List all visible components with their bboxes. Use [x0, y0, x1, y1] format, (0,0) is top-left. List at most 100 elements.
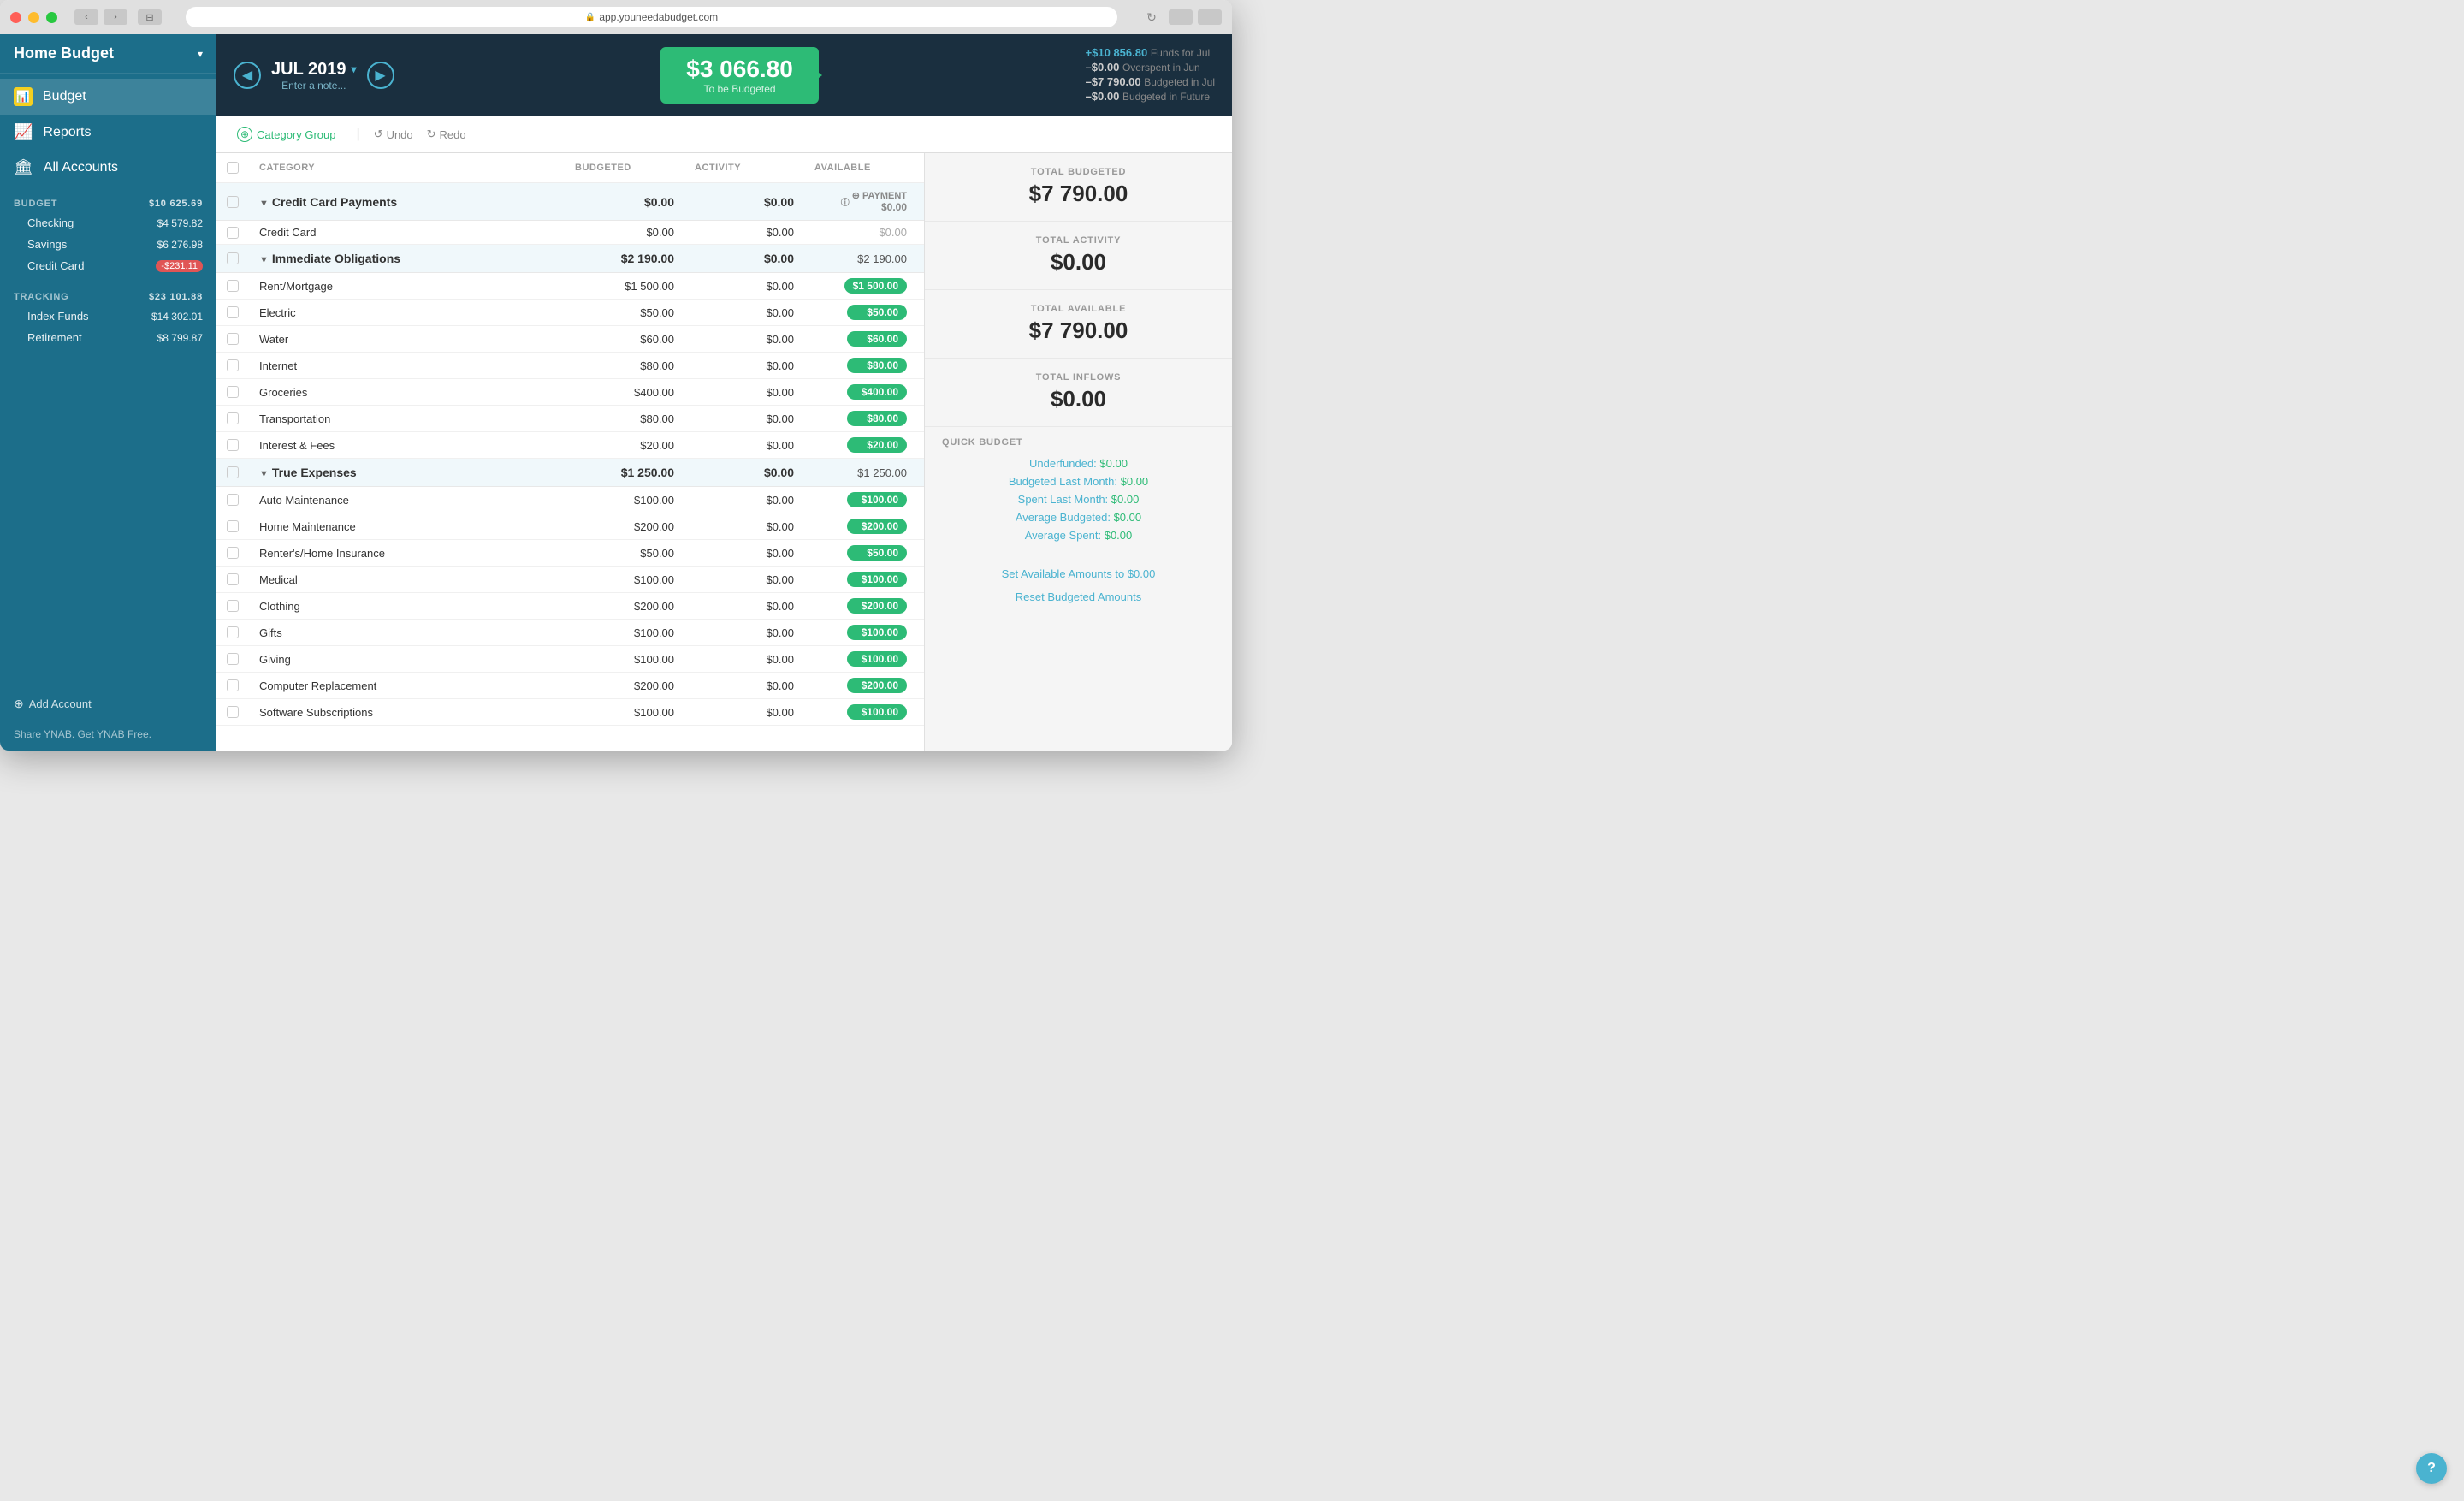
table-row[interactable]: Water $60.00 $0.00 $60.00 — [216, 326, 924, 353]
table-row[interactable]: Groceries $400.00 $0.00 $400.00 — [216, 379, 924, 406]
row-budgeted[interactable]: $100.00 — [565, 646, 684, 673]
table-row[interactable]: Renter's/Home Insurance $50.00 $0.00 $50… — [216, 540, 924, 567]
table-row[interactable]: Rent/Mortgage $1 500.00 $0.00 $1 500.00 — [216, 273, 924, 300]
set-available-link[interactable]: Set Available Amounts to $0.00 — [925, 562, 1232, 585]
row-budgeted[interactable]: $1 500.00 — [565, 273, 684, 300]
category-name[interactable]: Internet — [249, 353, 565, 379]
row-budgeted[interactable]: $50.00 — [565, 540, 684, 567]
add-category-group-button[interactable]: ⊕ Category Group — [230, 123, 343, 145]
category-name[interactable]: Interest & Fees — [249, 432, 565, 459]
group-checkbox[interactable] — [227, 196, 239, 208]
account-item-checking[interactable]: Checking $4 579.82 — [0, 212, 216, 234]
row-budgeted[interactable]: $200.00 — [565, 513, 684, 540]
row-checkbox[interactable] — [227, 386, 239, 398]
category-name[interactable]: Transportation — [249, 406, 565, 432]
table-row[interactable]: Medical $100.00 $0.00 $100.00 — [216, 567, 924, 593]
reset-budgeted-link[interactable]: Reset Budgeted Amounts — [925, 585, 1232, 608]
group-collapse-icon[interactable]: ▼ — [259, 199, 269, 209]
group-collapse-icon[interactable]: ▼ — [259, 255, 269, 265]
row-checkbox[interactable] — [227, 494, 239, 506]
row-budgeted[interactable]: $100.00 — [565, 487, 684, 513]
minimize-button[interactable] — [28, 12, 39, 23]
row-budgeted[interactable]: $80.00 — [565, 353, 684, 379]
fullscreen-button[interactable] — [1198, 9, 1222, 25]
row-checkbox[interactable] — [227, 679, 239, 691]
undo-button[interactable]: ↺ Undo — [374, 128, 413, 141]
row-checkbox[interactable] — [227, 439, 239, 451]
row-checkbox[interactable] — [227, 706, 239, 718]
back-button[interactable]: ‹ — [74, 9, 98, 25]
row-budgeted[interactable]: $20.00 — [565, 432, 684, 459]
category-name[interactable]: Software Subscriptions — [249, 699, 565, 726]
next-month-button[interactable]: ▶ — [367, 62, 394, 89]
refresh-button[interactable]: ↻ — [1141, 7, 1162, 27]
select-all-checkbox[interactable] — [227, 162, 239, 174]
row-checkbox[interactable] — [227, 573, 239, 585]
row-budgeted[interactable]: $100.00 — [565, 699, 684, 726]
table-row[interactable]: Interest & Fees $20.00 $0.00 $20.00 — [216, 432, 924, 459]
group-checkbox[interactable] — [227, 252, 239, 264]
account-item-credit-card[interactable]: Credit Card -$231.11 — [0, 255, 216, 276]
row-budgeted[interactable]: $100.00 — [565, 620, 684, 646]
quick-budget-item[interactable]: Spent Last Month: $0.00 — [942, 490, 1215, 508]
row-budgeted[interactable]: $400.00 — [565, 379, 684, 406]
table-row[interactable]: Software Subscriptions $100.00 $0.00 $10… — [216, 699, 924, 726]
sidebar-item-budget[interactable]: 📊 Budget — [0, 79, 216, 115]
row-budgeted[interactable]: $60.00 — [565, 326, 684, 353]
category-name[interactable]: Gifts — [249, 620, 565, 646]
table-row[interactable]: Credit Card $0.00 $0.00 $0.00 — [216, 221, 924, 245]
sidebar-toggle-button[interactable]: ⊟ — [138, 9, 162, 25]
category-name[interactable]: Giving — [249, 646, 565, 673]
table-row[interactable]: Computer Replacement $200.00 $0.00 $200.… — [216, 673, 924, 699]
table-row[interactable]: Home Maintenance $200.00 $0.00 $200.00 — [216, 513, 924, 540]
row-checkbox[interactable] — [227, 227, 239, 239]
sidebar-item-all-accounts[interactable]: 🏛 All Accounts — [0, 150, 216, 185]
quick-budget-item[interactable]: Average Spent: $0.00 — [942, 526, 1215, 544]
sidebar-item-reports[interactable]: 📈 Reports — [0, 115, 216, 150]
category-name[interactable]: Medical — [249, 567, 565, 593]
row-budgeted[interactable]: $50.00 — [565, 300, 684, 326]
row-checkbox[interactable] — [227, 306, 239, 318]
quick-budget-item[interactable]: Average Budgeted: $0.00 — [942, 508, 1215, 526]
table-row[interactable]: Gifts $100.00 $0.00 $100.00 — [216, 620, 924, 646]
row-budgeted[interactable]: $80.00 — [565, 406, 684, 432]
table-row[interactable]: Transportation $80.00 $0.00 $80.00 — [216, 406, 924, 432]
month-note[interactable]: Enter a note... — [271, 80, 357, 92]
category-name[interactable]: Credit Card — [249, 221, 565, 245]
row-checkbox[interactable] — [227, 333, 239, 345]
group-collapse-icon[interactable]: ▼ — [259, 469, 269, 479]
group-checkbox[interactable] — [227, 466, 239, 478]
group-row[interactable]: ▼True Expenses $1 250.00 $0.00 $1 250.00 — [216, 459, 924, 487]
category-name[interactable]: Home Maintenance — [249, 513, 565, 540]
quick-budget-item[interactable]: Underfunded: $0.00 — [942, 454, 1215, 472]
quick-budget-item[interactable]: Budgeted Last Month: $0.00 — [942, 472, 1215, 490]
category-name[interactable]: Renter's/Home Insurance — [249, 540, 565, 567]
category-name[interactable]: Auto Maintenance — [249, 487, 565, 513]
forward-button[interactable]: › — [104, 9, 127, 25]
add-account-button[interactable]: ⊕ Add Account — [0, 686, 216, 721]
share-button[interactable] — [1169, 9, 1193, 25]
category-name[interactable]: Rent/Mortgage — [249, 273, 565, 300]
account-item-retirement[interactable]: Retirement $8 799.87 — [0, 327, 216, 348]
month-title[interactable]: JUL 2019 ▾ — [271, 60, 357, 80]
row-checkbox[interactable] — [227, 520, 239, 532]
category-name[interactable]: Clothing — [249, 593, 565, 620]
row-budgeted[interactable]: $200.00 — [565, 673, 684, 699]
url-bar[interactable]: 🔒 app.youneedabudget.com — [186, 7, 1117, 27]
row-budgeted[interactable]: $200.00 — [565, 593, 684, 620]
row-checkbox[interactable] — [227, 359, 239, 371]
row-checkbox[interactable] — [227, 280, 239, 292]
close-button[interactable] — [10, 12, 21, 23]
help-button[interactable]: ? — [2416, 1453, 2447, 1484]
row-budgeted[interactable]: $100.00 — [565, 567, 684, 593]
row-checkbox[interactable] — [227, 600, 239, 612]
row-budgeted[interactable]: $0.00 — [565, 221, 684, 245]
table-row[interactable]: Clothing $200.00 $0.00 $200.00 — [216, 593, 924, 620]
category-name[interactable]: Computer Replacement — [249, 673, 565, 699]
category-name[interactable]: Electric — [249, 300, 565, 326]
row-checkbox[interactable] — [227, 412, 239, 424]
row-checkbox[interactable] — [227, 626, 239, 638]
redo-button[interactable]: ↻ Redo — [427, 128, 466, 141]
account-item-savings[interactable]: Savings $6 276.98 — [0, 234, 216, 255]
account-item-index-funds[interactable]: Index Funds $14 302.01 — [0, 306, 216, 327]
